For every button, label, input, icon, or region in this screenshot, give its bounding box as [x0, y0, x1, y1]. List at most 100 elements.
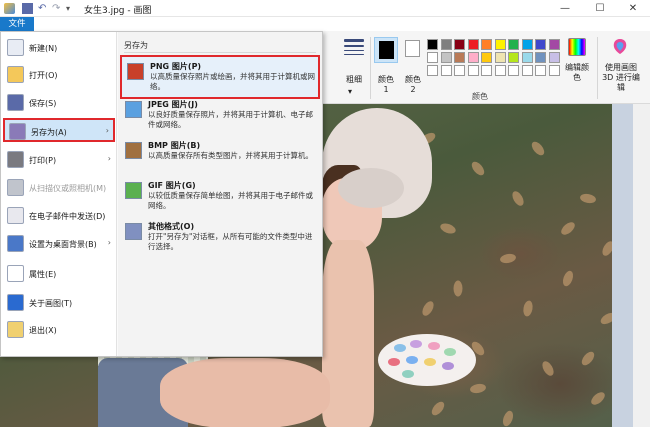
color-swatch[interactable]: [481, 65, 492, 76]
new-file-icon: [7, 39, 24, 56]
edit-colors-icon[interactable]: [568, 38, 586, 56]
file-menu-item-label: 从扫描仪或照相机(M): [29, 184, 107, 193]
undo-icon[interactable]: ↶: [38, 3, 49, 14]
minimize-button[interactable]: —: [548, 0, 582, 17]
color-swatch[interactable]: [535, 65, 546, 76]
color-swatch[interactable]: [427, 52, 438, 63]
color-swatch[interactable]: [454, 52, 465, 63]
color-swatch[interactable]: [508, 65, 519, 76]
file-menu-item[interactable]: 打开(O): [3, 63, 115, 87]
color-swatch[interactable]: [508, 39, 519, 50]
color1-button[interactable]: [374, 37, 398, 63]
checkmark-icon: [7, 265, 24, 282]
color-swatch[interactable]: [440, 52, 452, 63]
color-swatch[interactable]: [427, 39, 438, 50]
file-menu-item[interactable]: 设置为桌面背景(B) ›: [3, 232, 115, 256]
color-swatch[interactable]: [548, 52, 560, 63]
edit-colors-button[interactable]: 编辑颜色: [564, 63, 590, 83]
file-menu-item[interactable]: 新建(N): [3, 36, 115, 60]
photo-leaf: [522, 299, 534, 318]
file-menu-item[interactable]: 在电子邮件中发送(D): [3, 204, 115, 228]
vertical-scrollbar[interactable]: [633, 104, 650, 427]
file-menu-item-label: 在电子邮件中发送(D): [29, 212, 106, 221]
file-menu-item-label: 退出(X): [29, 326, 57, 335]
save-as-option[interactable]: JPEG 图片(J) 以良好质量保存照片，并将其用于计算机、电子邮件或网络。: [120, 95, 320, 139]
photo-leaf: [540, 359, 556, 378]
color-swatch[interactable]: [535, 39, 546, 50]
file-menu-item-label: 保存(S): [29, 99, 57, 108]
color-swatch[interactable]: [494, 65, 506, 76]
color2-label: 颜色 2: [405, 75, 421, 94]
paint-dot: [406, 356, 418, 364]
size-button[interactable]: 粗细: [342, 75, 366, 85]
photo-leaf: [561, 269, 575, 288]
close-button[interactable]: ✕: [616, 0, 650, 17]
save-as-option[interactable]: PNG 图片(P) 以高质量保存照片或绘画，并将其用于计算机或网络。: [120, 55, 320, 99]
paint3d-button[interactable]: 使用画图 3D 进行编辑: [601, 63, 641, 93]
tab-file[interactable]: 文件: [0, 17, 34, 31]
save-as-submenu: 另存为 PNG 图片(P) 以高质量保存照片或绘画，并将其用于计算机或网络。 JPE…: [118, 32, 322, 356]
save-as-option-title: GIF 图片(G): [148, 181, 196, 190]
color-swatch[interactable]: [440, 65, 452, 76]
file-menu-item[interactable]: 从扫描仪或照相机(M): [3, 176, 115, 200]
save-as-option-description: 以良好质量保存照片，并将其用于计算机、电子邮件或网络。: [148, 110, 313, 129]
photo-leaf: [499, 252, 517, 265]
file-menu-item[interactable]: 打印(P) ›: [3, 148, 115, 172]
color-swatch[interactable]: [548, 65, 560, 76]
photo-leaf: [469, 159, 487, 178]
color-swatch[interactable]: [454, 65, 465, 76]
color-swatch[interactable]: [494, 52, 506, 63]
file-menu-item-label: 关于画图(T): [29, 299, 73, 308]
info-icon: [7, 294, 24, 311]
color-swatch[interactable]: [467, 39, 479, 50]
photo-leaf: [420, 299, 436, 318]
file-menu-item[interactable]: 关于画图(T): [3, 291, 115, 315]
file-menu-item[interactable]: 属性(E): [3, 262, 115, 286]
color-swatch[interactable]: [467, 65, 479, 76]
save-as-option[interactable]: 其他格式(O) 打开"另存为"对话框，从所有可能的文件类型中进行选择。: [120, 217, 320, 261]
color-swatch[interactable]: [535, 52, 546, 63]
size-lines-icon: [344, 39, 364, 58]
color2-button[interactable]: [405, 40, 420, 57]
submenu-arrow-icon: ›: [105, 126, 109, 135]
quick-save-icon[interactable]: [22, 3, 33, 14]
save-as-option[interactable]: GIF 图片(G) 以较低质量保存简单绘图，并将其用于电子邮件或网络。: [120, 176, 320, 220]
color-swatch[interactable]: [440, 39, 452, 50]
bmp-image-icon: [125, 142, 142, 159]
paint3d-icon[interactable]: [612, 38, 628, 55]
email-icon: [7, 207, 24, 224]
paint-dot: [394, 344, 406, 352]
redo-icon[interactable]: ↷: [52, 3, 63, 14]
customize-toolbar-icon[interactable]: ▾: [66, 3, 77, 14]
file-menu-item[interactable]: 保存(S): [3, 91, 115, 115]
color-swatch[interactable]: [521, 65, 533, 76]
ribbon: 粗细 ▾ 颜色 1 颜色 2 颜色 编辑颜色 使用画图 3D 进行编辑: [322, 31, 650, 104]
maximize-button[interactable]: ☐: [583, 0, 617, 17]
color-swatch[interactable]: [427, 65, 438, 76]
color-swatch[interactable]: [548, 39, 560, 50]
photo-leaf: [438, 221, 458, 236]
save-as-option-title: BMP 图片(B): [148, 141, 201, 150]
color-swatch[interactable]: [494, 39, 506, 50]
file-menu-item[interactable]: 另存为(A) ›: [3, 118, 115, 142]
photo-hat-brim: [338, 168, 404, 208]
save-as-option-description: 以较低质量保存简单绘图，并将其用于电子邮件或网络。: [148, 191, 313, 210]
printer-icon: [7, 151, 24, 168]
save-as-option[interactable]: BMP 图片(B) 以高质量保存所有类型图片，并将其用于计算机。: [120, 136, 320, 180]
color-swatch[interactable]: [521, 52, 533, 63]
file-menu: 新建(N) 打开(O) 保存(S) 另存为(A) › 打印(P) › 从扫描仪或照相机(M) 在…: [0, 31, 323, 357]
photo-leaf: [469, 382, 487, 395]
size-dropdown-icon: ▾: [348, 87, 353, 96]
color-swatch[interactable]: [454, 39, 465, 50]
photo-paint-palette: [378, 334, 476, 386]
file-menu-item[interactable]: 退出(X): [3, 318, 115, 342]
color-swatch[interactable]: [481, 39, 492, 50]
file-menu-item-label: 属性(E): [29, 270, 57, 279]
color-swatch[interactable]: [521, 39, 533, 50]
color-swatch[interactable]: [481, 52, 492, 63]
paint-dot: [444, 348, 456, 356]
color-swatch[interactable]: [508, 52, 519, 63]
photo-leaf: [453, 280, 463, 297]
photo-leaf: [510, 189, 526, 208]
color-swatch[interactable]: [467, 52, 479, 63]
